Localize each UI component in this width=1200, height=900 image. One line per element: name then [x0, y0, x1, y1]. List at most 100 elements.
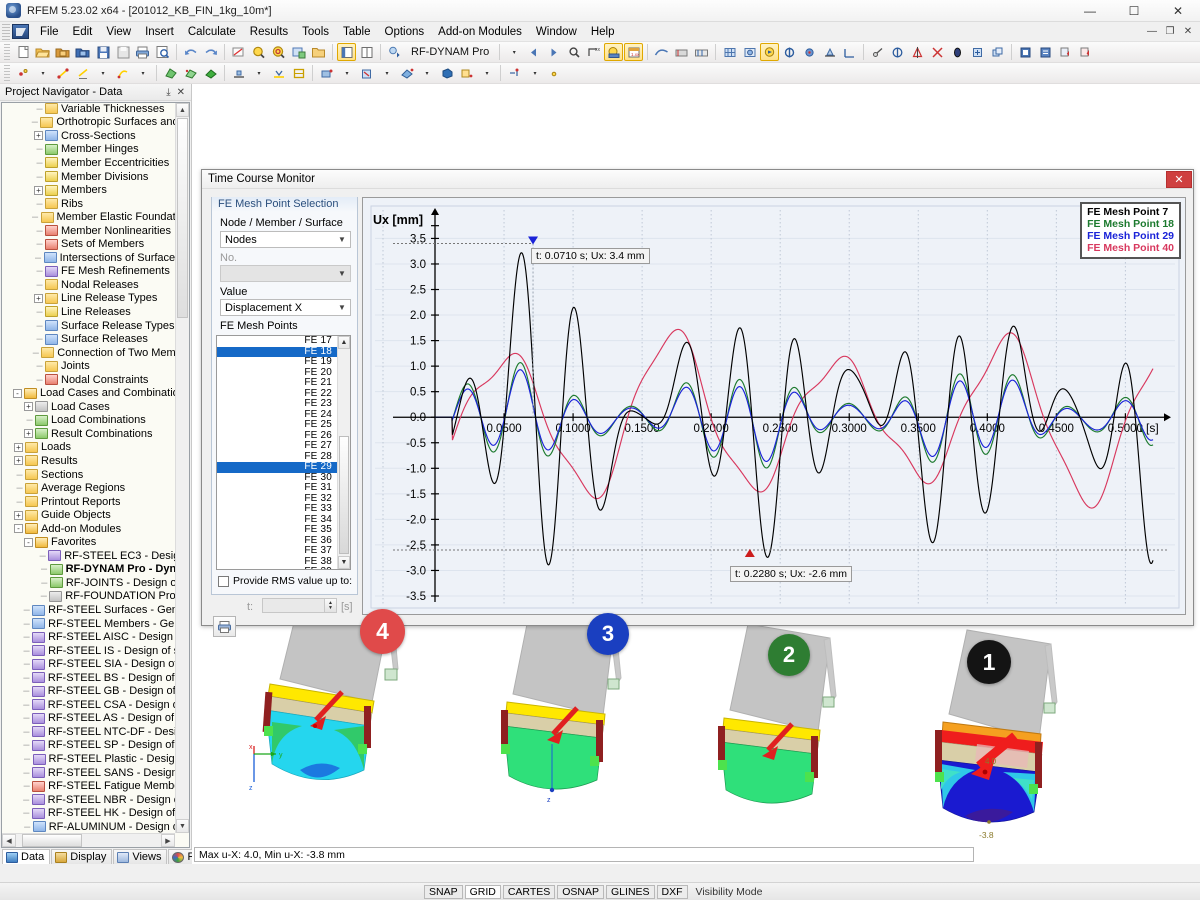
intersect-icon[interactable]: [928, 43, 947, 61]
previous-result-icon[interactable]: [524, 43, 543, 61]
calculate-icon[interactable]: [760, 43, 780, 61]
tree-item-27[interactable]: – Sections: [2, 468, 175, 482]
grid-support-icon[interactable]: [289, 64, 308, 82]
tree-item-1[interactable]: – Orthotropic Surfaces and Me: [2, 116, 175, 130]
load-case-icon[interactable]: [672, 43, 691, 61]
new-folder-icon[interactable]: [309, 43, 328, 61]
scroll-thumb-vertical[interactable]: [177, 118, 188, 318]
tree-item-16[interactable]: – Surface Release Types: [2, 319, 175, 333]
combination-icon[interactable]: [505, 64, 524, 82]
model-view-3[interactable]: z 3: [487, 594, 657, 824]
model-view-1[interactable]: 4.0 -3.8 1: [917, 614, 1097, 864]
doc-restore-button[interactable]: ❐: [1162, 24, 1178, 40]
split-view-icon[interactable]: [357, 43, 376, 61]
new-solid-icon[interactable]: [181, 64, 200, 82]
print-report-icon[interactable]: [1016, 43, 1035, 61]
tree-item-49[interactable]: – RF-STEEL SANS - Design of s: [2, 766, 175, 780]
tree-item-4[interactable]: – Member Eccentricities: [2, 156, 175, 170]
tree-item-32[interactable]: - Favorites: [2, 536, 175, 550]
fe-mesh-point-item[interactable]: FE 29: [217, 461, 337, 473]
scroll-up-button[interactable]: ▲: [176, 103, 189, 117]
navigator-close-icon[interactable]: ✕: [177, 87, 185, 98]
menu-table[interactable]: Table: [336, 24, 378, 40]
expand-icon[interactable]: +: [34, 185, 43, 195]
load-combination-icon[interactable]: [692, 43, 711, 61]
tree-item-9[interactable]: – Member Nonlinearities: [2, 224, 175, 238]
tree-item-46[interactable]: – RF-STEEL NTC-DF - Design o: [2, 725, 175, 739]
surface-fill-icon[interactable]: [201, 64, 220, 82]
member-load-dropdown-icon[interactable]: ▾: [377, 64, 396, 82]
tree-item-22[interactable]: + Load Cases: [2, 400, 175, 414]
free-load-dropdown-icon[interactable]: ▾: [477, 64, 496, 82]
fe-mesh-point-item[interactable]: FE 23: [217, 398, 337, 410]
add-window-icon[interactable]: [289, 43, 308, 61]
tree-item-37[interactable]: – RF-STEEL Surfaces - General: [2, 603, 175, 617]
line-support2-icon[interactable]: [269, 64, 288, 82]
expand-icon[interactable]: +: [34, 293, 43, 303]
status-glines[interactable]: GLINES: [606, 884, 655, 899]
tree-item-10[interactable]: – Sets of Members: [2, 237, 175, 251]
printout-report-icon[interactable]: [1036, 43, 1055, 61]
status-grid[interactable]: GRID: [464, 884, 501, 899]
tree-item-33[interactable]: – RF-STEEL EC3 - Design of: [2, 549, 175, 563]
fe-scroll-up-button[interactable]: ▲: [338, 336, 350, 349]
tree-item-6[interactable]: + Members: [2, 183, 175, 197]
tree-item-43[interactable]: – RF-STEEL GB - Design of stee: [2, 685, 175, 699]
tree-item-20[interactable]: – Nodal Constraints: [2, 373, 175, 387]
measure-icon[interactable]: xx: [584, 43, 603, 61]
rms-t-spinner[interactable]: ▲ ▼: [324, 599, 336, 612]
tree-item-30[interactable]: + Guide Objects: [2, 508, 175, 522]
new-line-icon[interactable]: [53, 64, 72, 82]
deformation-icon[interactable]: [652, 43, 671, 61]
print-preview-icon[interactable]: [153, 43, 172, 61]
redo-icon[interactable]: [201, 43, 220, 61]
symmetry-icon[interactable]: [888, 43, 907, 61]
find-icon[interactable]: [564, 43, 583, 61]
fe-mesh-point-item[interactable]: FE 17: [217, 336, 337, 347]
zoom-target-icon[interactable]: [269, 43, 288, 61]
mesh-icon[interactable]: [720, 43, 739, 61]
expand-icon[interactable]: +: [14, 456, 23, 466]
import-down-icon[interactable]: [1076, 43, 1095, 61]
save-icon[interactable]: [93, 43, 112, 61]
export-down-icon[interactable]: [1056, 43, 1075, 61]
hinge-icon[interactable]: [868, 43, 887, 61]
doc-close-button[interactable]: ✕: [1180, 24, 1196, 40]
tree-item-29[interactable]: – Printout Reports: [2, 495, 175, 509]
menu-edit[interactable]: Edit: [66, 24, 100, 40]
mesh-refine-icon[interactable]: [740, 43, 759, 61]
menu-options[interactable]: Options: [378, 24, 432, 40]
tree-item-35[interactable]: – RF-JOINTS - Design of jo: [2, 576, 175, 590]
edit-dimension-icon[interactable]: [229, 43, 248, 61]
collapse-icon[interactable]: -: [24, 537, 33, 547]
phi-icon[interactable]: [780, 43, 799, 61]
tree-item-7[interactable]: – Ribs: [2, 197, 175, 211]
solid-load-icon[interactable]: [437, 64, 456, 82]
member-load-icon[interactable]: [357, 64, 376, 82]
menu-tools[interactable]: Tools: [295, 24, 336, 40]
results-table-icon[interactable]: 1.xx: [624, 43, 644, 61]
open-project-icon[interactable]: [53, 43, 72, 61]
node-dropdown-icon[interactable]: ▾: [33, 64, 52, 82]
navigator-horizontal-scrollbar[interactable]: ◀ ▶: [2, 833, 175, 847]
module-start-icon[interactable]: [385, 43, 404, 61]
node-member-surface-select[interactable]: Nodes ▼: [220, 231, 351, 248]
tree-item-40[interactable]: – RF-STEEL IS - Design of steel: [2, 644, 176, 658]
tree-item-44[interactable]: – RF-STEEL CSA - Design of ste: [2, 698, 175, 712]
minimize-button[interactable]: —: [1068, 0, 1112, 22]
tree-item-42[interactable]: – RF-STEEL BS - Design of stee: [2, 671, 175, 685]
zoom-icon[interactable]: [249, 43, 268, 61]
collapse-icon[interactable]: -: [14, 524, 23, 534]
tree-item-0[interactable]: – Variable Thicknesses: [2, 103, 175, 116]
rms-t-input[interactable]: ▲ ▼: [262, 598, 337, 613]
surface-load-dropdown-icon[interactable]: ▾: [417, 64, 436, 82]
expand-icon[interactable]: +: [24, 429, 33, 439]
expand-icon[interactable]: +: [34, 131, 43, 141]
collapse-icon[interactable]: -: [12, 388, 22, 398]
results-display-icon[interactable]: [604, 43, 624, 61]
arc-dropdown-icon[interactable]: ▾: [133, 64, 152, 82]
status-osnap[interactable]: OSNAP: [557, 884, 605, 899]
menu-calculate[interactable]: Calculate: [181, 24, 243, 40]
line-dropdown-icon[interactable]: ▾: [93, 64, 112, 82]
tree-item-45[interactable]: – RF-STEEL AS - Design of stee: [2, 712, 175, 726]
